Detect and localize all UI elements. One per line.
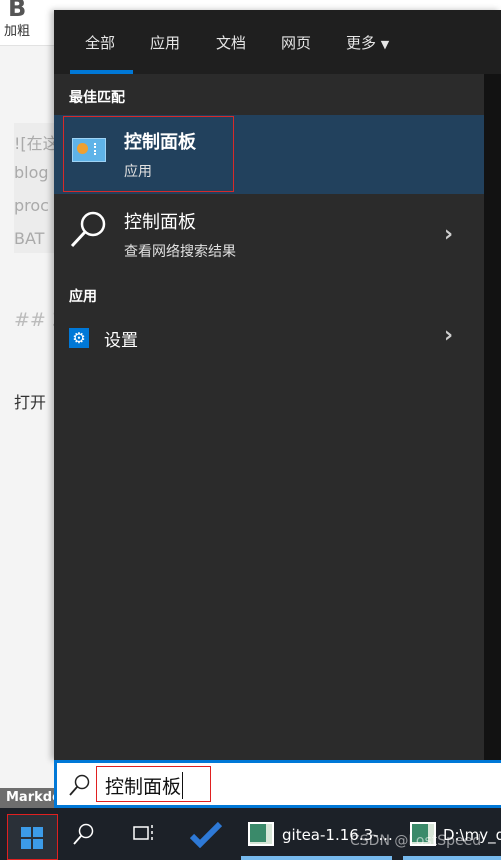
active-indicator xyxy=(403,856,501,860)
editor-heading: ## 3 xyxy=(14,309,54,331)
tab-apps[interactable]: 应用 xyxy=(150,32,180,53)
apps-heading: 应用 xyxy=(69,289,97,305)
best-match-heading: 最佳匹配 xyxy=(69,90,125,106)
todo-icon[interactable] xyxy=(190,820,222,848)
tab-more[interactable]: 更多 ▼ xyxy=(346,32,389,53)
windows-icon xyxy=(21,827,43,849)
start-button[interactable] xyxy=(7,814,58,860)
active-tab-indicator xyxy=(70,70,133,74)
task-view-icon[interactable] xyxy=(132,822,156,846)
best-match-title: 控制面板 xyxy=(124,132,196,153)
highlight-box xyxy=(96,766,211,802)
app-window-icon xyxy=(248,822,274,846)
caret-down-icon: ▼ xyxy=(380,38,390,51)
preview-pane-edge xyxy=(484,74,501,760)
tab-more-label: 更多 xyxy=(346,34,377,52)
bold-button[interactable]: B xyxy=(8,0,26,22)
taskbar: gitea-1.16.3-... D:\my_d CSDN @LostSpeed xyxy=(0,808,501,860)
web-result-subtitle: 查看网络搜索结果 xyxy=(124,244,236,260)
tab-all[interactable]: 全部 xyxy=(85,32,115,53)
search-icon[interactable] xyxy=(72,822,96,846)
gear-icon: ⚙ xyxy=(69,328,89,348)
web-result-title[interactable]: 控制面板 xyxy=(124,208,196,234)
tab-documents[interactable]: 文档 xyxy=(216,32,246,53)
editor-line: BAT xyxy=(14,229,45,248)
control-panel-icon xyxy=(72,138,106,162)
tab-web[interactable]: 网页 xyxy=(281,32,311,53)
search-icon xyxy=(68,208,110,250)
search-icon xyxy=(68,773,92,801)
start-search-panel: 全部 应用 文档 网页 更多 ▼ 最佳匹配 控制面板 应用 控制面板 查看网络搜… xyxy=(54,10,501,760)
active-indicator xyxy=(241,856,392,860)
app-settings[interactable]: 设置 xyxy=(104,326,138,351)
editor-line: ![在这 xyxy=(14,134,54,153)
best-match-subtitle: 应用 xyxy=(124,164,152,180)
editor-paragraph: 打开 xyxy=(14,393,47,412)
chevron-right-icon[interactable]: › xyxy=(444,323,453,348)
bold-label: 加粗 xyxy=(4,24,31,39)
chevron-right-icon[interactable]: › xyxy=(444,222,453,247)
watermark: CSDN @LostSpeed xyxy=(350,833,482,849)
search-tabs: 全部 应用 文档 网页 更多 ▼ xyxy=(54,10,501,74)
markdown-status-label: Markdown xyxy=(0,788,54,808)
editor-line: blog xyxy=(14,163,49,182)
editor-line: proc xyxy=(14,196,49,215)
